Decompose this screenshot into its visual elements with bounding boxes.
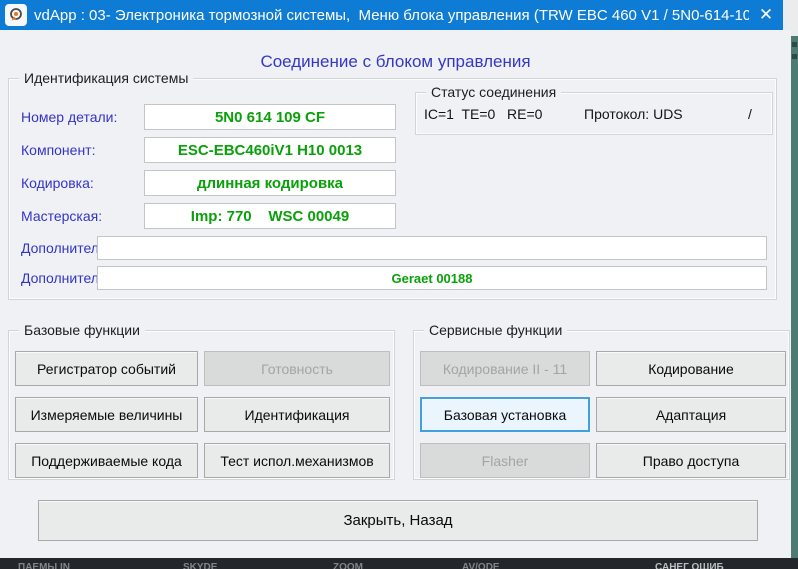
label-part-number: Номер детали: [21, 109, 118, 125]
button-measured-values[interactable]: Измеряемые величины [15, 397, 198, 432]
label-coding: Кодировка: [21, 175, 94, 191]
app-logo-icon [5, 4, 27, 26]
button-identification[interactable]: Идентификация [204, 397, 390, 432]
button-access-rights[interactable]: Право доступа [596, 443, 786, 478]
clipped-text-fragment: ZOOM [333, 562, 363, 569]
group-service-functions-legend: Сервисные функции [424, 322, 568, 338]
window-title: vdApp : 03- Электроника тормозной систем… [34, 6, 749, 24]
group-service-functions: Сервисные функции Кодирование II - 11 Ко… [413, 322, 790, 480]
close-window-button[interactable]: ✕ [749, 0, 783, 30]
button-event-log[interactable]: Регистратор событий [15, 351, 198, 386]
title-bar: vdApp : 03- Электроника тормозной систем… [0, 0, 783, 30]
button-output-test[interactable]: Тест испол.механизмов [204, 443, 390, 478]
status-counters: IC=1 TE=0 RE=0 [424, 106, 543, 122]
field-extra-2: Geraet 00188 [97, 266, 767, 290]
field-component: ESC-EBC460iV1 H10 0013 [144, 137, 396, 163]
button-supported-codes[interactable]: Поддерживаемые кода [15, 443, 198, 478]
background-window-strip: ПАЕМЫ IN SKYDE ZOOM AV/ODE САНЕГ ОШИБ [0, 558, 798, 569]
clipped-text-fragment: ПАЕМЫ IN [18, 562, 70, 569]
group-basic-functions: Базовые функции Регистратор событий Гото… [8, 322, 395, 480]
clipped-text-fragment: SKYDE [183, 562, 218, 569]
desktop-icon-fragment [792, 42, 797, 47]
magnifier-pin-glyph [10, 8, 22, 21]
page-title: Соединение с блоком управления [260, 52, 531, 71]
button-adaptation[interactable]: Адаптация [596, 397, 786, 432]
field-coding: длинная кодировка [144, 170, 396, 196]
group-connection-status-legend: Статус соединения [426, 84, 562, 100]
screen: vdApp : 03- Электроника тормозной систем… [0, 0, 798, 569]
desktop-sliver [791, 36, 798, 558]
button-flasher: Flasher [420, 443, 590, 478]
clipped-text-fragment: AV/ODE [462, 562, 500, 569]
button-readiness: Готовность [204, 351, 390, 386]
button-basic-settings[interactable]: Базовая установка [420, 397, 590, 432]
field-workshop: Imp: 770 WSC 00049 [144, 203, 396, 229]
status-activity-indicator: / [748, 106, 752, 122]
desktop-icon-fragment [792, 54, 797, 59]
label-workshop: Мастерская: [21, 208, 103, 224]
close-back-button[interactable]: Закрыть, Назад [38, 500, 758, 541]
group-connection-status: Статус соединения IC=1 TE=0 RE=0 Протоко… [415, 84, 773, 135]
button-coding[interactable]: Кодирование [596, 351, 786, 386]
group-identification-legend: Идентификация системы [19, 70, 194, 86]
field-part-number: 5N0 614 109 CF [144, 104, 396, 130]
window-body: Соединение с блоком управления Идентифик… [0, 30, 791, 558]
clipped-text-fragment: САНЕГ ОШИБ [655, 562, 724, 569]
label-component: Компонент: [21, 142, 96, 158]
group-basic-functions-legend: Базовые функции [19, 322, 145, 338]
button-coding-2: Кодирование II - 11 [420, 351, 590, 386]
status-protocol: Протокол: UDS [584, 106, 683, 122]
field-extra-1 [97, 236, 767, 260]
